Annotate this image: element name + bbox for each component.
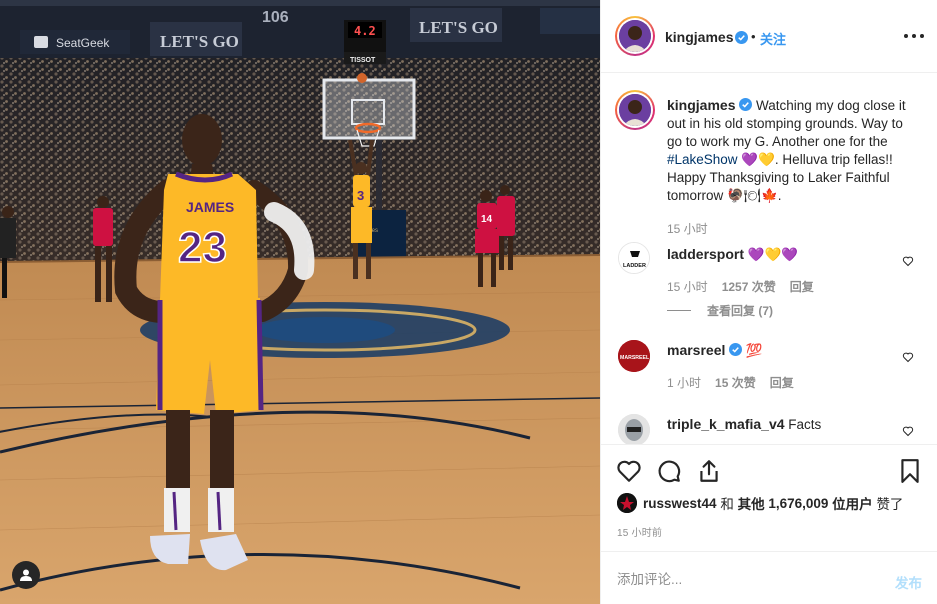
- replies-divider: [667, 310, 691, 311]
- caption-avatar[interactable]: [615, 90, 655, 130]
- commenter-avatar[interactable]: MARSREEL: [618, 340, 650, 372]
- svg-text:SeatGeek: SeatGeek: [56, 36, 110, 50]
- hashtag-link[interactable]: #LakeShow: [667, 152, 738, 167]
- comment-likes-count[interactable]: 1257 次赞: [722, 278, 776, 295]
- comment-timestamp[interactable]: 15 小时: [667, 278, 708, 295]
- comment-message: Facts: [788, 417, 822, 432]
- person-icon: [20, 569, 32, 581]
- author-username[interactable]: kingjames: [665, 29, 733, 45]
- more-options-icon[interactable]: [904, 26, 924, 46]
- svg-text:TISSOT: TISSOT: [350, 57, 376, 64]
- verified-badge-icon: [735, 31, 748, 44]
- svg-text:LET'S GO: LET'S GO: [160, 32, 239, 51]
- likes-and: 和: [720, 497, 734, 512]
- view-replies-button[interactable]: 查看回复 (7): [667, 302, 773, 319]
- likes-count[interactable]: 1,676,009: [768, 496, 828, 511]
- instagram-post-modal: SeatGeek LET'S GO 106 LET'S GO 4.2 TISSO…: [0, 0, 937, 604]
- commenter-username[interactable]: laddersport: [667, 246, 744, 262]
- svg-text:14: 14: [481, 214, 493, 225]
- shot-clock: 4.2 TISSOT: [344, 20, 386, 64]
- likes-summary: russwest44 和 其他 1,676,009 位用户 赞了: [617, 493, 903, 513]
- seatgeek-ad: SeatGeek: [20, 30, 130, 54]
- post-photo[interactable]: SeatGeek LET'S GO 106 LET'S GO 4.2 TISSO…: [0, 0, 600, 604]
- commenter-username[interactable]: triple_k_mafia_v4: [667, 416, 785, 432]
- post-header: kingjames • 关注: [601, 0, 937, 73]
- lets-go-banner-1: LET'S GO: [150, 22, 242, 56]
- follow-button[interactable]: 关注: [760, 29, 786, 48]
- commenter-avatar[interactable]: [618, 414, 650, 444]
- like-comment-heart-icon[interactable]: [902, 425, 914, 437]
- like-comment-heart-icon[interactable]: [902, 351, 914, 363]
- comment-text: laddersport 💜💛💜: [667, 245, 798, 264]
- svg-text:LADDER: LADDER: [623, 263, 646, 269]
- add-comment-section: 发布: [601, 551, 937, 604]
- likes-liked: 赞了: [876, 497, 904, 512]
- comment-input[interactable]: [617, 566, 857, 592]
- comment-bubble-icon[interactable]: [656, 458, 682, 484]
- liker-avatar[interactable]: [617, 493, 637, 513]
- svg-text:LET'S GO: LET'S GO: [419, 18, 498, 37]
- bookmark-icon[interactable]: [897, 458, 923, 484]
- author-avatar[interactable]: [615, 16, 655, 56]
- like-comment-heart-icon[interactable]: [902, 255, 914, 267]
- caption-timestamp[interactable]: 15 小时: [667, 220, 708, 237]
- post-timestamp[interactable]: 15 小时前: [617, 524, 662, 539]
- post-actions: russwest44 和 其他 1,676,009 位用户 赞了 15 小时前 …: [601, 444, 937, 604]
- comment-timestamp[interactable]: 1 小时: [667, 374, 701, 391]
- caption-emojis: 🦃🍽🍁.: [727, 188, 782, 203]
- caption-text: kingjames Watching my dog close it out i…: [667, 96, 917, 205]
- separator-dot: •: [751, 29, 756, 44]
- caption-username[interactable]: kingjames: [667, 97, 735, 113]
- section-number: 106: [262, 9, 289, 26]
- svg-text:MARSREEL: MARSREEL: [620, 355, 650, 361]
- likes-users-suffix[interactable]: 位用户: [832, 493, 873, 513]
- reply-button[interactable]: 回复: [770, 374, 794, 391]
- svg-text:JAMES: JAMES: [186, 199, 234, 215]
- comment-text: marsreel 💯: [667, 341, 763, 360]
- share-icon[interactable]: [696, 458, 722, 484]
- comment-meta: 1 小时 15 次赞 回复: [667, 374, 808, 391]
- likes-others-label[interactable]: 其他: [738, 493, 765, 513]
- commenter-avatar[interactable]: LADDER: [618, 242, 650, 274]
- post-sidebar: kingjames • 关注 kingjames Watching my dog…: [600, 0, 937, 604]
- verified-badge-icon: [739, 98, 753, 111]
- comment-message: 💜💛💜: [747, 247, 799, 262]
- svg-text:23: 23: [178, 223, 227, 272]
- comment-likes-count[interactable]: 15 次赞: [715, 374, 756, 391]
- svg-text:3: 3: [357, 188, 364, 203]
- comment-text: triple_k_mafia_v4 Facts: [667, 415, 821, 434]
- post-comment-button[interactable]: 发布: [895, 572, 922, 592]
- comment-meta: 15 小时 1257 次赞 回复: [667, 278, 828, 295]
- lets-go-banner-2: LET'S GO: [410, 8, 502, 42]
- like-heart-icon[interactable]: [616, 458, 642, 484]
- post-image: SeatGeek LET'S GO 106 LET'S GO 4.2 TISSO…: [0, 0, 600, 604]
- reply-button[interactable]: 回复: [790, 278, 814, 295]
- comment-message: 💯: [745, 343, 763, 358]
- comments-list[interactable]: kingjames Watching my dog close it out i…: [601, 74, 937, 444]
- svg-text:4.2: 4.2: [354, 24, 376, 38]
- user-tag-button[interactable]: [12, 561, 40, 589]
- liker-username[interactable]: russwest44: [643, 496, 717, 511]
- commenter-username[interactable]: marsreel: [667, 342, 725, 358]
- view-replies-label: 查看回复 (7): [707, 304, 774, 318]
- verified-badge-icon: [729, 343, 743, 356]
